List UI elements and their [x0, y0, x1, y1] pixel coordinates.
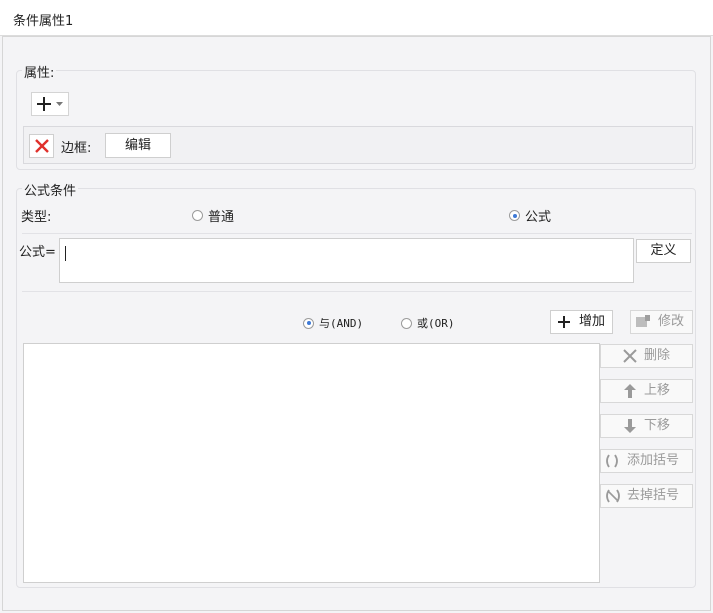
close-icon: [623, 349, 637, 363]
plus-icon: [558, 316, 570, 328]
modify-condition-button[interactable]: 修改: [630, 310, 693, 334]
remove-parentheses-button[interactable]: 去掉括号: [600, 484, 693, 508]
radio-normal-circle[interactable]: [192, 210, 203, 221]
delete-property-button[interactable]: [29, 134, 54, 158]
formula-label: 公式=: [19, 245, 56, 260]
type-divider: [22, 233, 692, 234]
arrow-up-icon: [624, 384, 636, 398]
formula-legend: 公式条件: [22, 180, 79, 199]
properties-legend: 属性:: [22, 62, 57, 81]
window-title: 条件属性1: [13, 14, 74, 29]
delete-condition-button[interactable]: 删除: [600, 344, 693, 368]
add-parentheses-label: 添加括号: [627, 453, 680, 468]
delete-condition-label: 删除: [644, 348, 671, 363]
border-label: 边框:: [61, 141, 92, 156]
add-property-button[interactable]: [31, 92, 69, 116]
plus-icon: [37, 97, 51, 111]
move-up-label: 上移: [644, 383, 671, 398]
radio-normal[interactable]: 普通: [192, 206, 234, 225]
parentheses-icon: [606, 454, 618, 468]
radio-formula-circle[interactable]: [509, 210, 520, 221]
window-header: 条件属性1: [0, 0, 713, 36]
radio-or-circle[interactable]: [401, 317, 412, 329]
radio-and-circle[interactable]: [303, 317, 314, 329]
type-label: 类型:: [21, 210, 52, 225]
radio-formula[interactable]: 公式: [509, 206, 551, 225]
edit-border-button[interactable]: 编辑: [105, 133, 171, 158]
radio-and[interactable]: 与(AND): [303, 315, 363, 331]
formula-divider: [22, 291, 692, 292]
caret-down-icon[interactable]: [56, 102, 64, 108]
radio-or[interactable]: 或(OR): [401, 315, 455, 331]
text-caret: [65, 246, 66, 261]
condition-list[interactable]: [23, 343, 600, 583]
radio-or-label: 或(OR): [417, 317, 455, 330]
radio-formula-label: 公式: [525, 210, 552, 225]
modify-condition-label: 修改: [658, 314, 685, 329]
arrow-down-icon: [624, 419, 636, 433]
add-condition-button[interactable]: 增加: [550, 310, 613, 334]
move-down-label: 下移: [644, 418, 671, 433]
red-x-icon: [35, 139, 49, 153]
move-up-button[interactable]: 上移: [600, 379, 693, 403]
remove-parentheses-icon: [606, 489, 620, 503]
radio-and-label: 与(AND): [319, 317, 364, 330]
add-parentheses-button[interactable]: 添加括号: [600, 449, 693, 473]
add-condition-label: 增加: [579, 314, 606, 329]
radio-normal-label: 普通: [208, 210, 235, 225]
move-down-button[interactable]: 下移: [600, 414, 693, 438]
remove-parentheses-label: 去掉括号: [627, 488, 680, 503]
formula-input[interactable]: [59, 238, 634, 283]
define-button[interactable]: 定义: [636, 239, 691, 263]
edit-icon: [636, 315, 650, 327]
